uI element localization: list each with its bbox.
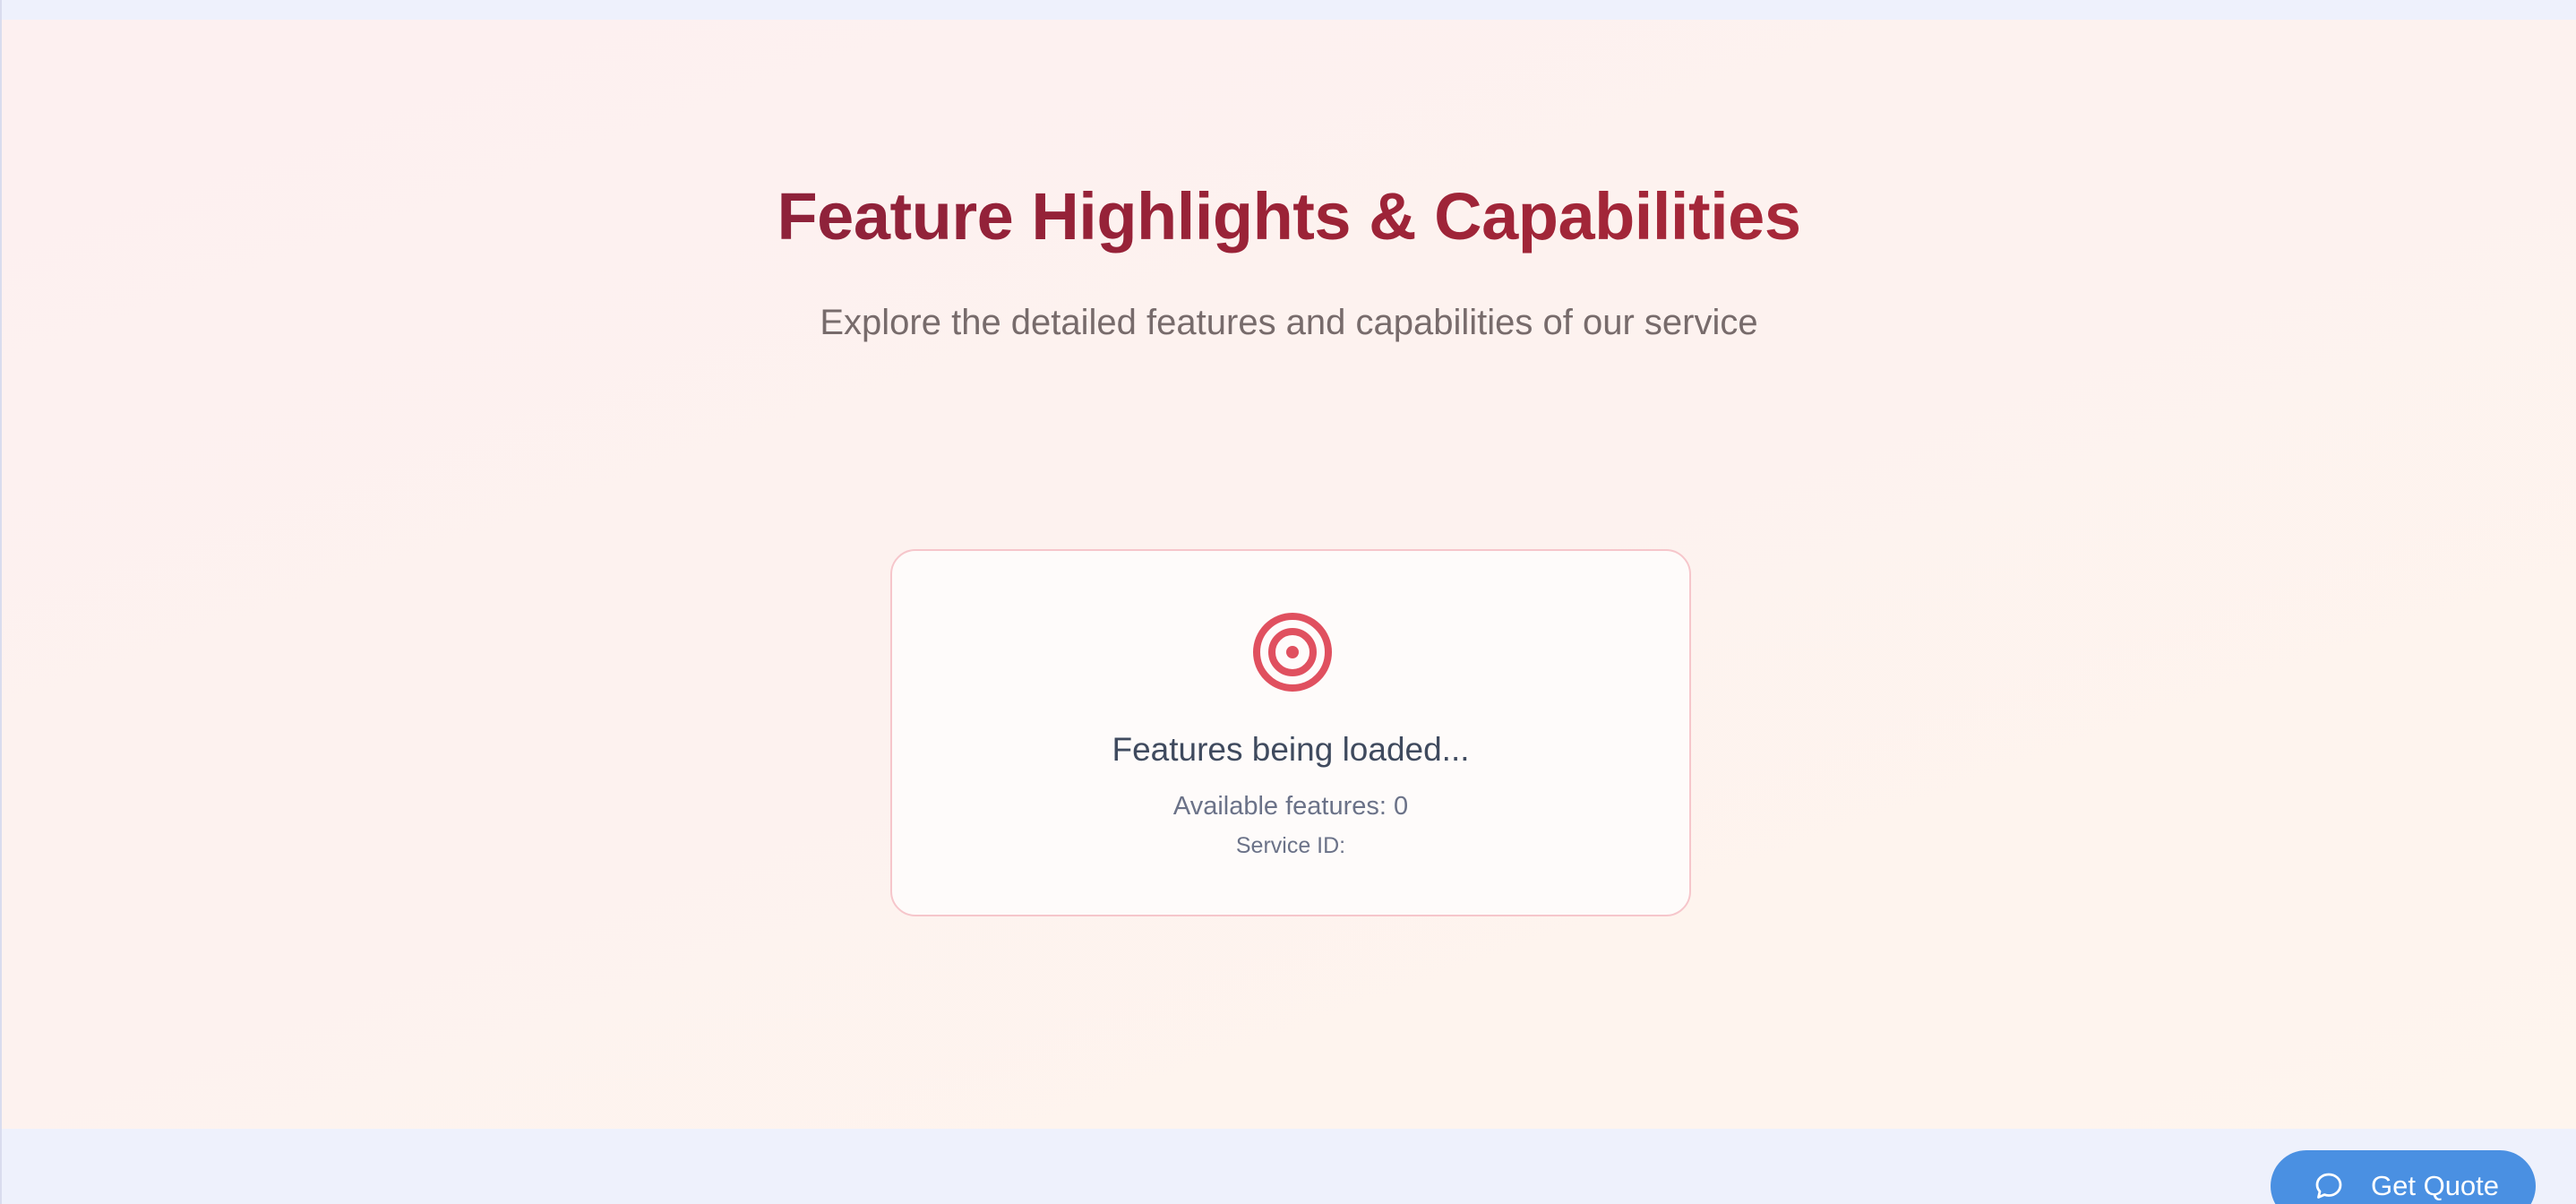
- page: Feature Highlights & Capabilities Explor…: [0, 0, 2576, 1204]
- available-features-count: Available features: 0: [1172, 792, 1409, 821]
- section-subtitle: Explore the detailed features and capabi…: [820, 303, 1758, 342]
- get-quote-button[interactable]: Get Quote: [2271, 1150, 2536, 1204]
- service-id-label: Service ID:: [1235, 833, 1346, 858]
- section-title: Feature Highlights & Capabilities: [2, 177, 2576, 257]
- feature-highlights-section: Feature Highlights & Capabilities Explor…: [2, 20, 2576, 1129]
- chat-bubble-icon: [2315, 1173, 2342, 1199]
- get-quote-label: Get Quote: [2371, 1169, 2500, 1201]
- loading-status-text: Features being loaded...: [1112, 731, 1470, 768]
- target-icon: [1253, 613, 1332, 692]
- features-loading-card: Features being loaded... Available featu…: [890, 549, 1691, 916]
